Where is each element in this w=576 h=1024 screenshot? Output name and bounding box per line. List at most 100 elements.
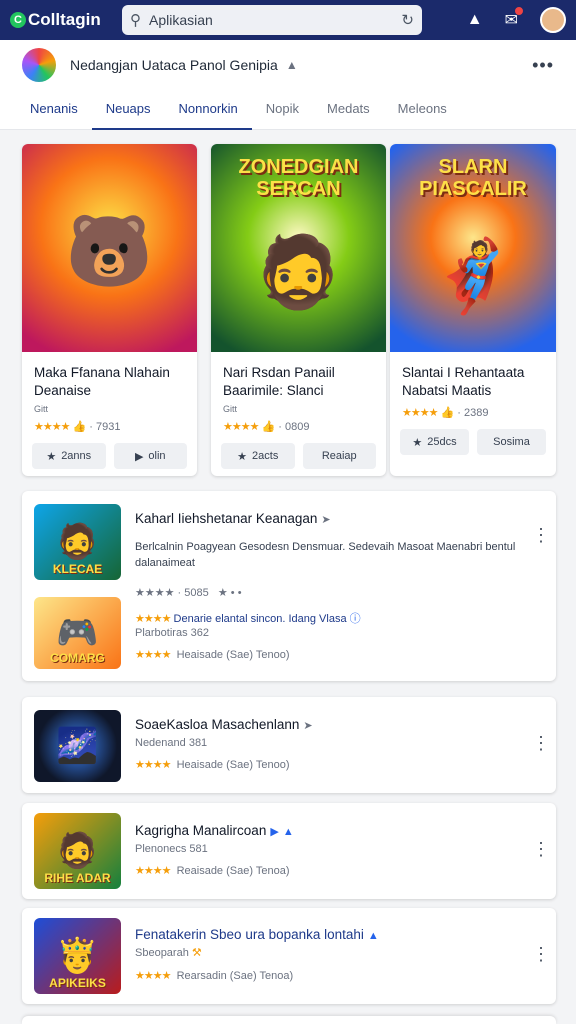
app-thumbnail[interactable]: 🧔 KLECAE xyxy=(34,504,121,580)
featured-button-left[interactable]: ★ 2acts xyxy=(221,443,295,469)
featured-title: Nari Rsdan Panaiil Baarimile: Slanci xyxy=(223,365,335,398)
rating-count: 0809 xyxy=(284,421,310,433)
rating-count: 7931 xyxy=(95,421,121,433)
list-item-title: Fenatakerin Sbeo ura bopanka lontahi ▲ xyxy=(135,927,379,942)
star-rating-icon: ★★★★ xyxy=(223,421,259,433)
tab-medats[interactable]: Medats xyxy=(313,101,384,130)
tab-neuaps[interactable]: Neuaps xyxy=(91,101,165,130)
kebab-menu-icon[interactable]: ⋮ xyxy=(532,840,550,858)
list-item[interactable]: 🧔 RIHE ADAR Kagrigha Manalircoan ▶ ▲ Plenon… xyxy=(22,803,556,899)
list-item[interactable]: 🤴 APIKEIKS Fenatakerin Sbeo ura bopanka l… xyxy=(22,908,556,1004)
tab-meleons[interactable]: Meleons xyxy=(384,101,461,130)
list-item[interactable]: 🧔 KLECAE Kaharl Iiehshetanar Keanagan ➤ Be… xyxy=(22,491,556,681)
tab-nonnorkin[interactable]: Nonnorkin xyxy=(164,101,252,130)
hero-art-icon: 🧔 xyxy=(254,232,343,311)
play-icon: ▶ xyxy=(134,450,144,463)
tab-nopik[interactable]: Nopik xyxy=(252,101,313,130)
list-item[interactable]: 🌌 SoaeKasloa Masachenlann ➤ Nedenand 381 … xyxy=(22,697,556,793)
star-icon: ★ xyxy=(237,450,248,463)
featured-button-right[interactable]: ▶ olin xyxy=(113,443,187,469)
thumbnail-caption: RIHE ADAR xyxy=(44,871,111,885)
featured-card[interactable]: 🐻 Maka Ffanana Nlahain Deanaise Gitt ★★★… xyxy=(22,144,197,476)
title-text: SoaeKasloa Masachenlann xyxy=(135,717,300,732)
list-item-subtitle: Plenonecs 581 xyxy=(135,843,208,855)
character-icon: 🎮 xyxy=(56,614,99,652)
rating-text: Heaisade (Sae) Tenoo) xyxy=(176,759,290,771)
character-icon: 🤴 xyxy=(56,937,99,975)
person-icon: ▲ xyxy=(367,930,379,942)
featured-card[interactable]: ZONEDGIAN SERCAN 🧔 Nari Rsdan Panaiil Ba… xyxy=(211,144,386,476)
featured-button-left[interactable]: ★ 2anns xyxy=(32,443,106,469)
app-title: Nedangjan Uataca Panol Genipia xyxy=(70,57,278,73)
app-thumbnail[interactable]: 🧔 RIHE ADAR xyxy=(34,813,121,889)
app-thumbnail[interactable]: 🌌 xyxy=(34,710,121,782)
flag-icon: ➤ xyxy=(303,720,313,732)
featured-image: ZONEDGIAN SERCAN 🧔 xyxy=(211,144,386,352)
app-thumbnail[interactable]: 🤴 APIKEIKS xyxy=(34,918,121,994)
featured-button-right[interactable]: Reaiap xyxy=(302,443,376,469)
featured-logo-text: ZONEDGIAN SERCAN xyxy=(238,156,359,200)
promo-line: ★★★★ Denarie elantal sincon. Idang Vlasa… xyxy=(135,610,361,626)
thumbnail-caption: APIKEIKS xyxy=(49,976,106,990)
featured-card[interactable]: SLARN PIASCALIR 🦸 Slantai I Rehantaata N… xyxy=(390,144,556,476)
notification-dot xyxy=(514,6,524,16)
featured-subtitle: Gitt xyxy=(34,404,49,414)
brand-name: Colltagin xyxy=(28,10,101,29)
kebab-menu-icon[interactable]: ⋮ xyxy=(532,945,550,963)
app-header: Nedangjan Uataca Panol Genipia ▲ ••• Nen… xyxy=(0,40,576,130)
search-input[interactable] xyxy=(149,12,394,28)
play-icon: ▶ xyxy=(270,826,279,838)
featured-section: 🐻 Maka Ffanana Nlahain Deanaise Gitt ★★★… xyxy=(22,144,556,476)
list-item-subtitle: Nedenand 381 xyxy=(135,737,208,749)
search-icon: ⚲ xyxy=(130,12,141,29)
button-label: 2anns xyxy=(61,450,92,462)
button-label: Reaiap xyxy=(321,450,357,462)
featured-button-right[interactable]: Sosima xyxy=(477,429,546,455)
hero-art-icon: 🐻 xyxy=(65,212,154,291)
more-menu-icon[interactable]: ••• xyxy=(532,55,554,76)
list-item-title: SoaeKasloa Masachenlann ➤ xyxy=(135,717,313,732)
list-item-description: Berlcalnin Poagyean Gesodesn Densmuar. S… xyxy=(135,541,516,569)
tab-bar: Nenanis Neuaps Nonnorkin Nopik Medats Me… xyxy=(0,90,576,130)
list-item-subtitle: Sbeoparah ⚒ xyxy=(135,946,202,959)
star-rating-icon: ★★★★ xyxy=(135,613,171,625)
app-logo-icon xyxy=(22,48,56,82)
character-icon: 🌌 xyxy=(56,727,99,765)
title-text: Kagrigha Manalircoan xyxy=(135,823,267,838)
rating-text: Rearsadin (Sae) Tenoa) xyxy=(176,970,294,982)
list-item-title: Kagrigha Manalircoan ▶ ▲ xyxy=(135,823,294,838)
flag-icon[interactable]: ▲ xyxy=(286,58,298,72)
featured-rating: ★★★★ 👍 · 7931 xyxy=(34,421,121,433)
button-label: 25dcs xyxy=(427,436,457,448)
subtitle-text: Sbeoparah xyxy=(135,947,189,959)
promo-subtitle: Plarbotiras 362 xyxy=(135,627,209,639)
tab-nenanis[interactable]: Nenanis xyxy=(16,101,92,130)
store-icon[interactable]: ▲ xyxy=(467,11,483,29)
kebab-menu-icon[interactable]: ⋮ xyxy=(532,526,550,544)
search-bar[interactable]: ⚲ ↻ xyxy=(122,5,422,35)
brand-mark-icon: C xyxy=(10,12,26,28)
refresh-icon[interactable]: ↻ xyxy=(401,11,414,29)
brand-logo[interactable]: C Colltagin xyxy=(10,10,122,30)
featured-title: Maka Ffanana Nlahain Deanaise xyxy=(34,365,170,398)
featured-rating: ★★★★ 👍 · 0809 xyxy=(223,421,310,433)
star-rating-icon: ★★★★ xyxy=(135,759,171,771)
mail-icon[interactable]: ✉ xyxy=(505,6,524,30)
button-label: olin xyxy=(148,450,166,462)
list-item-meta: ★★★★ · 5085 ★ • • xyxy=(135,587,242,599)
rating-count: 2389 xyxy=(463,407,489,419)
rating-count: 5085 xyxy=(184,587,209,599)
star-rating-icon: ★★★★ xyxy=(135,970,171,982)
promo-thumbnail[interactable]: 🎮 COMARG xyxy=(34,597,121,669)
featured-button-left[interactable]: ★ 25dcs xyxy=(400,429,469,455)
avatar[interactable] xyxy=(540,7,566,33)
list-item-rating: ★★★★ Heaisade (Sae) Tenoo) xyxy=(135,648,290,661)
title-text: Fenatakerin Sbeo ura bopanka lontahi xyxy=(135,927,364,942)
kebab-menu-icon[interactable]: ⋮ xyxy=(532,734,550,752)
button-label: 2acts xyxy=(252,450,279,462)
info-icon[interactable]: ⓘ xyxy=(350,613,361,625)
list-item-title: Kaharl Iiehshetanar Keanagan ➤ xyxy=(135,511,331,526)
meta-extra: ★ • • xyxy=(217,587,242,599)
person-icon: ▲ xyxy=(282,826,294,838)
flag-icon: ➤ xyxy=(321,514,331,526)
